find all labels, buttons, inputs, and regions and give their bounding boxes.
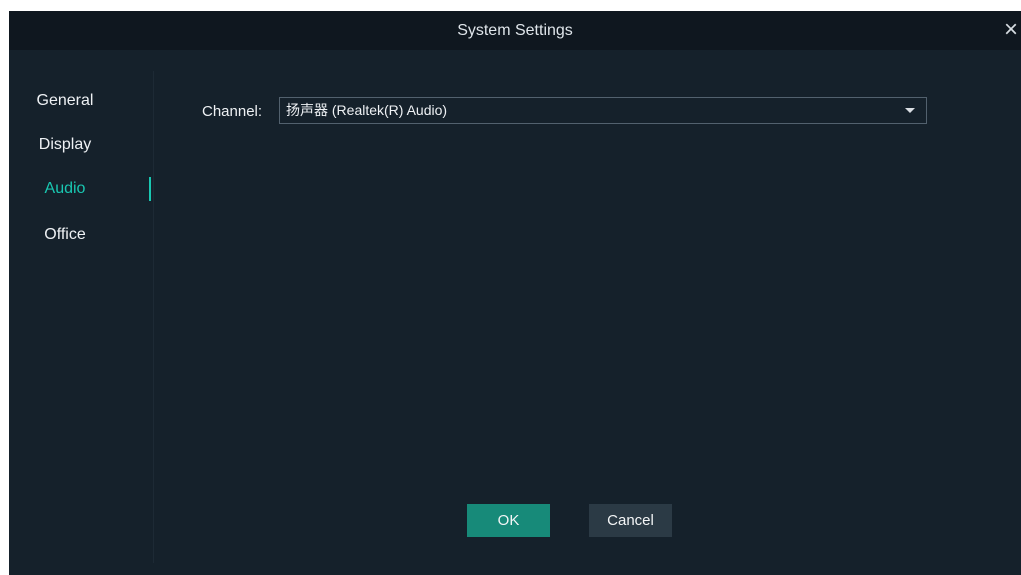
sidebar-item-display[interactable]: Display (9, 133, 153, 157)
ok-button[interactable]: OK (467, 504, 550, 537)
sidebar-item-label: Display (38, 136, 92, 153)
cancel-button[interactable]: Cancel (589, 504, 672, 537)
active-tab-indicator (149, 177, 151, 201)
sidebar-item-label: Office (44, 226, 86, 243)
sidebar-item-label: Audio (44, 180, 86, 197)
dialog-title: System Settings (457, 22, 573, 39)
chevron-down-icon[interactable] (905, 108, 915, 113)
channel-selected-value: 扬声器 (Realtek(R) Audio) (286, 102, 448, 118)
channel-label: Channel: (202, 103, 263, 120)
title-bar: System Settings × (9, 11, 1021, 50)
close-icon[interactable]: × (1001, 18, 1021, 42)
sidebar-item-office[interactable]: Office (9, 223, 153, 247)
settings-sidebar: General Display Audio Office (9, 67, 153, 561)
sidebar-item-label: General (36, 92, 94, 109)
sidebar-divider (153, 71, 154, 563)
channel-select[interactable]: 扬声器 (Realtek(R) Audio) (279, 97, 927, 124)
system-settings-dialog: System Settings × General Display Audio … (9, 11, 1021, 575)
sidebar-item-general[interactable]: General (9, 89, 153, 113)
sidebar-item-audio[interactable]: Audio (9, 177, 153, 201)
